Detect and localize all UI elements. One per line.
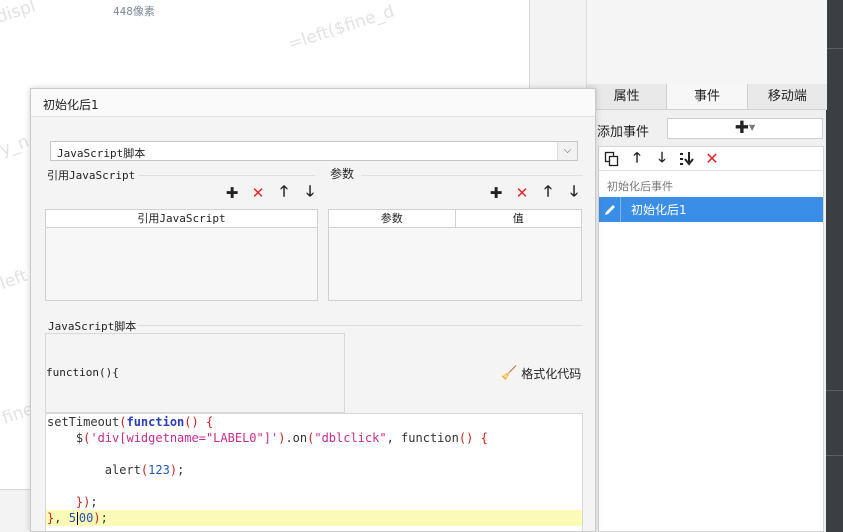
tab-events[interactable]: 事件 (666, 84, 748, 109)
dialog-title: 初始化后1 (43, 98, 99, 112)
table-header: 引用JavaScript (46, 210, 317, 228)
format-code-button[interactable]: 🧹 格式化代码 (501, 365, 581, 382)
watermark-text: y_n (0, 131, 32, 161)
add-event-button[interactable]: ✚▼ (667, 118, 823, 139)
chevron-down-icon[interactable]: ⌵ (557, 142, 577, 160)
ref-js-table: 引用JavaScript (45, 209, 318, 301)
delete-icon[interactable]: ✕ (704, 149, 720, 168)
delete-icon[interactable]: ✕ (250, 184, 266, 202)
code-line: alert(123); (46, 462, 582, 478)
dropdown-caret-icon: ▼ (749, 123, 756, 132)
params-table: 参数 值 (328, 209, 582, 301)
table-header: 参数 值 (329, 210, 581, 228)
add-event-label: 添加事件 (597, 125, 650, 140)
tab-mobile[interactable]: 移动端 (748, 84, 827, 109)
arrow-down-icon[interactable]: 🡓 (566, 182, 582, 201)
arrow-up-icon[interactable]: 🡑 (629, 150, 645, 167)
delete-icon[interactable]: ✕ (514, 184, 530, 202)
function-signature: function(){ (46, 366, 119, 379)
section-divider (139, 175, 315, 176)
event-item-selected[interactable]: 初始化后1 (599, 197, 823, 222)
code-text: setTimeout(function() { (47, 415, 214, 429)
event-item-label: 初始化后1 (631, 203, 687, 217)
watermark-text: =left($fine_d (285, 1, 397, 55)
code-line: setTimeout(function() { (46, 414, 582, 430)
copy-icon[interactable] (604, 151, 620, 167)
column-header-value[interactable]: 值 (454, 210, 582, 227)
text-cursor (76, 512, 78, 525)
code-text: alert(123); (47, 463, 185, 477)
code-editor[interactable]: setTimeout(function() { $('div[widgetnam… (45, 413, 583, 531)
event-list: 🡑 🡓 ✕ 初始化后事件 初始化后1 (598, 146, 824, 532)
code-text: }); (75, 495, 98, 509)
tab-properties[interactable]: 属性 (587, 84, 666, 109)
add-event-row: 添加事件 ✚▼ (597, 118, 825, 140)
arrow-up-icon[interactable]: 🡑 (540, 182, 556, 201)
column-header-ref-js[interactable]: 引用JavaScript (46, 210, 317, 227)
params-section-label: 参数 (330, 167, 355, 181)
pencil-icon[interactable] (599, 197, 621, 222)
column-header-param[interactable]: 参数 (329, 210, 455, 227)
add-icon[interactable]: ✚ (224, 184, 240, 202)
params-toolbar: ✚ ✕ 🡑 🡓 (488, 182, 582, 203)
ref-js-section-label: 引用JavaScript (47, 169, 136, 182)
panel-top-area (587, 0, 827, 84)
plus-icon: ✚ (734, 118, 750, 138)
watermark-text: displ (0, 0, 39, 28)
code-text: }, 5 00); (47, 511, 108, 525)
move-bottom-icon[interactable] (679, 151, 695, 167)
section-divider (137, 325, 583, 326)
arrow-down-icon[interactable]: 🡓 (654, 150, 670, 167)
arrow-up-icon[interactable]: 🡑 (276, 182, 292, 201)
properties-panel: 属性 事件 移动端 添加事件 ✚▼ 🡑 🡓 ✕ 初始化后事件 初始化后1 (586, 0, 827, 532)
arrow-down-icon[interactable]: 🡓 (302, 182, 318, 201)
script-section-label: JavaScript脚本 (48, 320, 137, 333)
brush-icon: 🧹 (501, 366, 518, 381)
event-type-select[interactable]: JavaScript脚本 ⌵ (50, 141, 578, 161)
watermark-text: left (0, 265, 31, 295)
add-icon[interactable]: ✚ (488, 184, 504, 202)
code-text: $('div[widgetname="LABEL0"]').on("dblcli… (47, 431, 488, 445)
side-scroll-strip (826, 0, 843, 532)
event-group-label: 初始化后事件 (607, 180, 673, 193)
event-edit-dialog: 初始化后1 JavaScript脚本 ⌵ 引用JavaScript ✚ ✕ 🡑 … (30, 88, 596, 532)
dialog-title-bar: 初始化后1 (31, 89, 595, 117)
code-line: }); (46, 494, 582, 510)
event-type-value: JavaScript脚本 (57, 147, 146, 160)
code-line-current: }, 5 00); (46, 510, 582, 526)
pixel-size-label: 448像素 (113, 5, 155, 18)
section-divider (361, 175, 583, 176)
panel-tabs: 属性 事件 移动端 (587, 84, 827, 110)
format-code-label: 格式化代码 (521, 367, 582, 381)
code-line: $('div[widgetname="LABEL0"]').on("dblcli… (46, 430, 582, 446)
ref-js-toolbar: ✚ ✕ 🡑 🡓 (224, 182, 318, 203)
event-toolbar: 🡑 🡓 ✕ (599, 147, 823, 171)
